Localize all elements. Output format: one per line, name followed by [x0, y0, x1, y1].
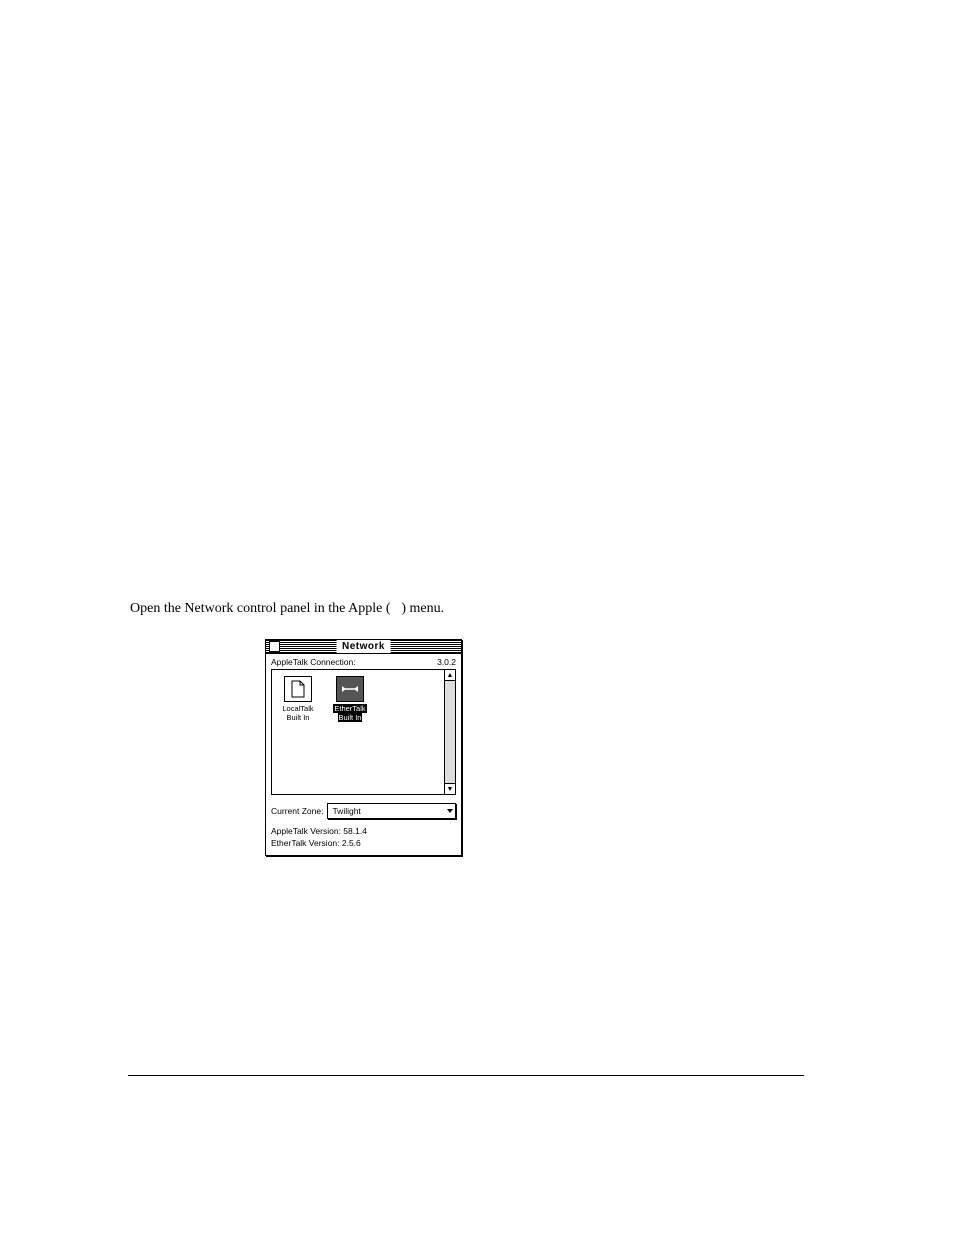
panel-version: 3.0.2: [437, 657, 456, 667]
instruction-prefix: Open the Network control panel in the Ap…: [130, 601, 390, 616]
scroll-up-arrow-icon[interactable]: ▲: [445, 670, 455, 681]
chevron-down-icon: [447, 809, 453, 813]
localtalk-label-1: LocalTalk: [282, 704, 313, 713]
window-titlebar[interactable]: Network: [266, 640, 461, 654]
ethertalk-option[interactable]: EtherTalk Built In: [330, 676, 370, 794]
zone-label: Current Zone:: [271, 806, 323, 816]
zone-value: Twilight: [332, 806, 360, 816]
ethertalk-version-line: EtherTalk Version: 2.5.6: [271, 837, 456, 849]
close-box[interactable]: [269, 641, 280, 652]
instruction-line: Open the Network control panel in the Ap…: [130, 601, 444, 618]
apple-menu-icon: : [390, 602, 401, 618]
instruction-suffix: ) menu.: [401, 601, 444, 616]
ethertalk-arrows-icon: [336, 676, 364, 702]
connection-label: AppleTalk Connection:: [271, 657, 356, 667]
localtalk-option[interactable]: LocalTalk Built In: [278, 676, 318, 794]
list-scrollbar[interactable]: ▲ ▼: [444, 670, 455, 794]
ethertalk-label-1: EtherTalk: [333, 704, 366, 713]
zone-popup[interactable]: Twilight: [327, 803, 456, 819]
window-body: AppleTalk Connection: 3.0.2 LocalTalk Bu…: [266, 654, 461, 855]
network-control-panel-window: Network AppleTalk Connection: 3.0.2 Loca…: [265, 639, 462, 856]
horizontal-rule: [128, 1075, 804, 1076]
connection-list: LocalTalk Built In EtherTalk Built In ▲ …: [271, 669, 456, 795]
appletalk-version-line: AppleTalk Version: 58.1.4: [271, 825, 456, 837]
version-info: AppleTalk Version: 58.1.4 EtherTalk Vers…: [271, 825, 456, 849]
window-title: Network: [336, 640, 391, 653]
document-icon: [284, 676, 312, 702]
scroll-down-arrow-icon[interactable]: ▼: [445, 783, 455, 794]
localtalk-label-2: Built In: [287, 713, 310, 722]
ethertalk-label-2: Built In: [338, 713, 363, 722]
